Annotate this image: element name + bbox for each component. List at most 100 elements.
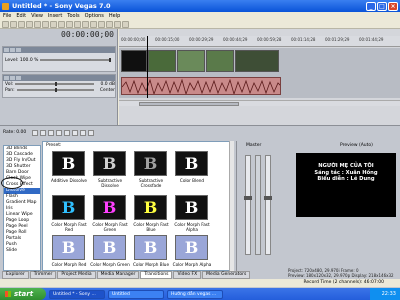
open-icon[interactable] — [10, 20, 17, 28]
master-fader-left[interactable] — [244, 155, 252, 255]
preset-thumbnail[interactable]: B — [93, 195, 126, 220]
tab-explorer[interactable]: Explorer — [2, 271, 29, 279]
minimize-button[interactable]: _ — [366, 1, 376, 11]
video-clip-thumbnail[interactable] — [177, 50, 205, 72]
video-level-slider[interactable] — [40, 58, 111, 62]
edit-tool-icon[interactable] — [106, 20, 113, 28]
timeline-scrollbar[interactable] — [119, 100, 400, 106]
audio-pan-slider[interactable] — [16, 88, 94, 92]
preset-thumbnail[interactable]: B — [134, 195, 167, 220]
preset-thumbnail[interactable]: B — [93, 235, 126, 260]
preset-label: Subtractive Crossfade — [138, 178, 164, 188]
paste-icon[interactable] — [58, 20, 65, 28]
taskbar-item[interactable]: Hướng dẫn vegas ... — [167, 289, 223, 299]
preset-thumbnail[interactable]: B — [175, 151, 208, 176]
taskbar-item[interactable]: Untitled — [108, 289, 164, 299]
video-clip-thumbnail[interactable] — [148, 50, 176, 72]
menu-tools[interactable]: Tools — [67, 13, 79, 19]
play-from-start-icon[interactable] — [48, 129, 55, 136]
preset-thumbnail[interactable]: B — [52, 195, 85, 220]
close-button[interactable]: × — [388, 1, 398, 11]
menu-view[interactable]: View — [31, 13, 43, 19]
go-to-end-icon[interactable] — [88, 129, 95, 136]
new-icon[interactable] — [2, 20, 9, 28]
tab-trimmer[interactable]: Trimmer — [29, 271, 57, 279]
preset-thumbnail[interactable]: B — [175, 235, 208, 260]
preset-scrollbar[interactable] — [229, 141, 234, 271]
preset-glyph: B — [184, 238, 199, 257]
tab-media-manager[interactable]: Media Manager — [96, 271, 140, 279]
status-bar: Record Time (2 channels): 46:07:00 — [0, 279, 400, 287]
scrollbar-thumb[interactable] — [139, 102, 239, 106]
properties-icon[interactable] — [26, 20, 33, 28]
stop-icon[interactable] — [72, 129, 79, 136]
menu-options[interactable]: Options — [85, 13, 104, 19]
redo-icon[interactable] — [74, 20, 81, 28]
video-level-label: Level: 100.0 % — [5, 57, 39, 63]
fx-icon[interactable] — [16, 48, 21, 52]
undo-icon[interactable] — [66, 20, 73, 28]
start-button[interactable]: start — [0, 288, 46, 300]
video-track-lane[interactable] — [119, 48, 400, 74]
windows-taskbar: start Untitled * - Sony ... Untitled Hướ… — [0, 288, 400, 300]
loop-icon[interactable] — [40, 129, 47, 136]
video-clip-thumbnail[interactable] — [235, 50, 279, 72]
preview-quality-dropdown[interactable]: Preview (Auto) — [340, 143, 373, 148]
preset-glyph: B — [102, 238, 117, 257]
audio-track-header[interactable]: Vol: 0.0 dB Pan: Center — [2, 74, 116, 98]
render-icon[interactable] — [34, 20, 41, 28]
preset-thumbnail[interactable]: B — [93, 151, 126, 176]
main-toolbar — [0, 20, 400, 29]
envelope-tool-icon[interactable] — [114, 20, 121, 28]
preset-thumbnail[interactable]: B — [52, 151, 85, 176]
video-clip-black[interactable] — [121, 50, 147, 72]
list-item[interactable]: Slide — [4, 248, 40, 254]
tab-video-fx[interactable]: Video FX — [173, 271, 202, 279]
ruler-mark: 00:00:00;00 — [121, 37, 146, 42]
master-label: Master — [246, 143, 262, 148]
preset-thumbnail[interactable]: B — [134, 235, 167, 260]
lock-icon[interactable] — [98, 20, 105, 28]
go-to-start-icon[interactable] — [80, 129, 87, 136]
video-clip-thumbnail[interactable] — [206, 50, 234, 72]
tab-media-generators[interactable]: Media Generators — [202, 271, 251, 279]
solo-icon[interactable] — [10, 76, 15, 80]
fx-icon[interactable] — [16, 76, 21, 80]
playhead-cursor[interactable] — [147, 36, 148, 98]
taskbar-item[interactable]: Untitled * - Sony ... — [49, 289, 105, 299]
mute-icon[interactable] — [4, 76, 9, 80]
preview-performer-line: Biểu diễn : Lê Dung — [317, 176, 375, 182]
preset-thumbnail[interactable]: B — [52, 235, 85, 260]
save-icon[interactable] — [18, 20, 25, 28]
menu-help[interactable]: Help — [109, 13, 120, 19]
time-ruler[interactable]: 00:00:00;00 00:00:15;00 00:00:29;29 00:0… — [119, 36, 400, 47]
snap-icon[interactable] — [82, 20, 89, 28]
pause-icon[interactable] — [64, 129, 71, 136]
mute-icon[interactable] — [4, 48, 9, 52]
preset-label: Color Morph Blue — [132, 262, 170, 267]
copy-icon[interactable] — [50, 20, 57, 28]
master-fader-right[interactable] — [264, 155, 272, 255]
preset-thumbnail[interactable]: B — [175, 195, 208, 220]
tab-transitions[interactable]: Transitions — [140, 271, 173, 279]
audio-vol-slider[interactable] — [15, 82, 95, 86]
menu-edit[interactable]: Edit — [16, 13, 26, 19]
hand-drawn-circle-annotation — [1, 177, 23, 189]
audio-vol-value: 0.0 dB — [100, 81, 115, 87]
record-icon[interactable] — [32, 129, 39, 136]
audio-clip-waveform[interactable] — [121, 77, 281, 95]
video-track-header[interactable]: Level: 100.0 % — [2, 46, 116, 72]
tab-project-media[interactable]: Project Media — [57, 271, 96, 279]
cut-icon[interactable] — [42, 20, 49, 28]
menu-file[interactable]: File — [3, 13, 11, 19]
preset-thumbnail[interactable]: B — [134, 151, 167, 176]
help-icon[interactable] — [122, 20, 129, 28]
autoripple-icon[interactable] — [90, 20, 97, 28]
play-icon[interactable] — [56, 129, 63, 136]
transitions-list[interactable]: 3D Blinds 3D Cascade 3D Fly In/Out 3D Sh… — [3, 145, 41, 271]
menu-insert[interactable]: Insert — [48, 13, 62, 19]
clock: 22:33 — [381, 291, 396, 297]
solo-icon[interactable] — [10, 48, 15, 52]
timecode-display: 00:00:00;00 — [61, 30, 114, 39]
maximize-button[interactable]: □ — [377, 1, 387, 11]
